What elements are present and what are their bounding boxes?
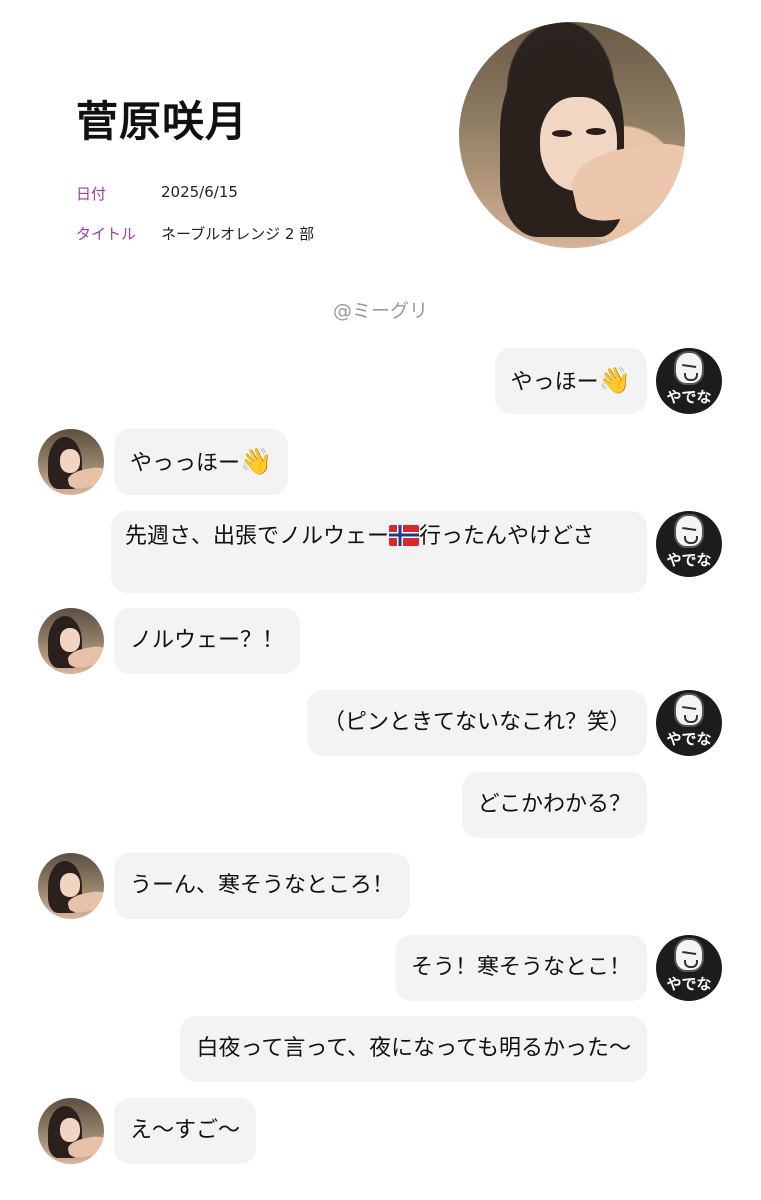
message-bubble: うーん、寒そうなところ！ [114,853,411,919]
date-value: 2025/6/15 [161,183,238,201]
title-label: タイトル [76,225,137,243]
self-avatar-label: やでな [666,388,712,406]
self-avatar: やでな [656,511,722,577]
page-title: 菅原咲月 [76,97,249,146]
waving-hand-icon: 👋 [240,447,273,477]
message-text: （ピンときてないなこれ？笑） [322,710,631,735]
title-value: ネーブルオレンジ 2 部 [161,225,315,243]
face-illustration-icon [674,938,704,972]
message-bubble: え〜すご〜 [114,1098,257,1164]
message-bubble: 先週さ、出張でノルウェー 行ったんやけどさ [111,511,647,593]
other-avatar [38,1098,104,1164]
self-avatar: やでな [656,690,722,756]
title-row: タイトル ネーブルオレンジ 2 部 [76,223,314,244]
self-avatar-label: やでな [666,730,712,748]
message-text: やっっほー [130,451,241,476]
chat-message-self: 先週さ、出張でノルウェー 行ったんやけどさ やでな [0,511,761,593]
chat-message-self: やっほー👋 やでな [0,348,761,414]
other-avatar [38,429,104,495]
self-avatar-label: やでな [666,975,712,993]
message-bubble: やっほー👋 [494,348,647,414]
self-avatar-label: やでな [666,551,712,569]
face-illustration-icon [674,693,704,727]
message-text: どこかわかる？ [477,792,631,817]
message-bubble: やっっほー👋 [114,429,289,495]
date-row: 日付 2025/6/15 [76,183,238,204]
message-bubble: ノルウェー？！ [114,608,301,674]
face-illustration-icon [674,514,704,548]
chat-message-self: （ピンときてないなこれ？笑） やでな [0,690,761,756]
message-text: やっほー [510,370,599,395]
other-avatar [38,608,104,674]
self-avatar: やでな [656,935,722,1001]
chat-message-other: え〜すご〜 [0,1098,761,1164]
message-text: え〜すご〜 [130,1118,241,1143]
message-bubble: そう！寒そうなとこ！ [394,935,647,1001]
message-text: ノルウェー？！ [130,628,285,653]
chat-message-self: そう！寒そうなとこ！ やでな [0,935,761,1001]
event-handle: @ミーグリ [332,300,428,322]
waving-hand-icon: 👋 [598,366,631,396]
message-text: そう！寒そうなとこ！ [410,955,631,980]
other-avatar [38,853,104,919]
message-text: 白夜って言って、夜になっても明るかった〜 [196,1036,631,1061]
message-bubble: どこかわかる？ [461,772,647,838]
message-bubble: 白夜って言って、夜になっても明るかった〜 [180,1016,647,1082]
message-bubble: （ピンときてないなこれ？笑） [306,690,647,756]
face-illustration-icon [674,351,704,385]
chat-message-other: うーん、寒そうなところ！ [0,853,761,919]
self-avatar: やでな [656,348,722,414]
message-text: 先週さ、出張でノルウェー [125,524,390,549]
date-label: 日付 [76,185,107,203]
message-text: うーん、寒そうなところ！ [130,873,395,898]
chat-message-self: 白夜って言って、夜になっても明るかった〜 [0,1016,761,1082]
event-header: 菅原咲月 日付 2025/6/15 タイトル ネーブルオレンジ 2 部 [0,0,761,300]
chat-message-other: ノルウェー？！ [0,608,761,674]
norway-flag-icon [389,525,420,546]
chat-message-self: どこかわかる？ [0,772,761,838]
message-text: 行ったんやけどさ [419,524,595,549]
chat-message-other: やっっほー👋 [0,429,761,495]
profile-photo [459,22,685,248]
